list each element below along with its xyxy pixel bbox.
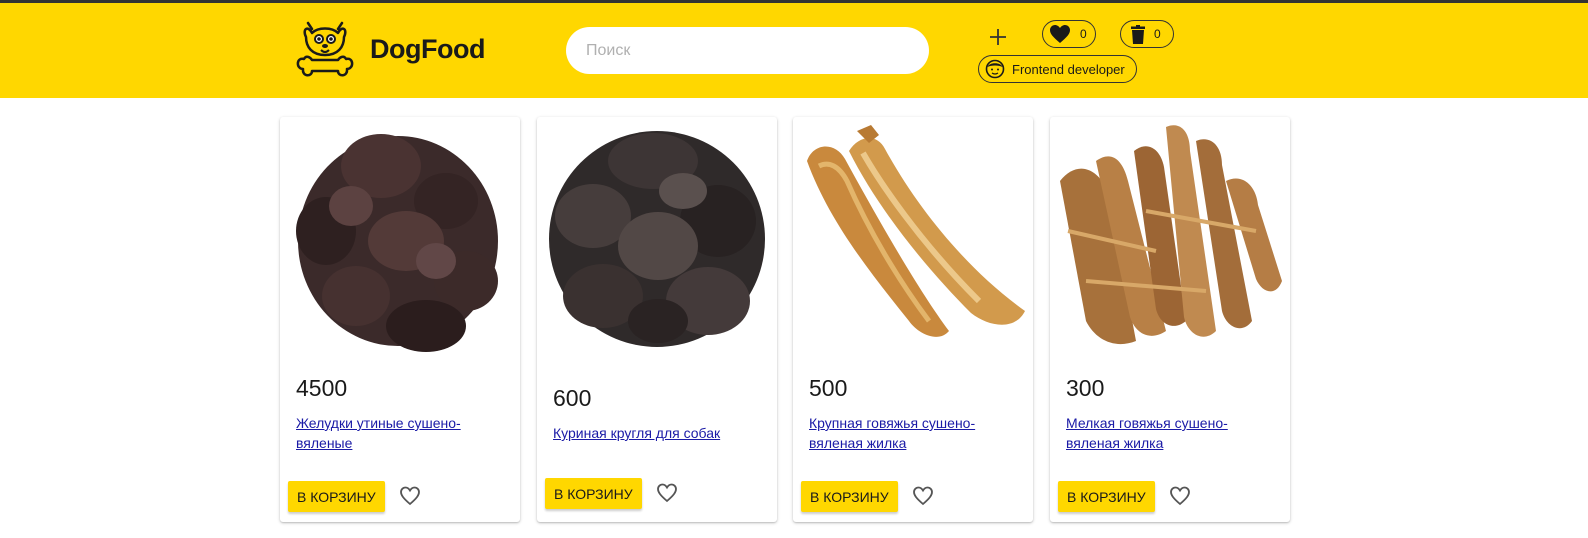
heart-icon [1050,25,1070,43]
add-to-cart-button[interactable]: В КОРЗИНУ [1058,481,1155,512]
logo[interactable]: DogFood [294,19,485,79]
favorites-count: 0 [1080,27,1087,41]
product-price: 300 [1066,375,1105,401]
product-image [549,131,765,347]
cart-button[interactable]: 0 [1120,20,1174,48]
plus-icon [990,29,1006,45]
product-name-link[interactable]: Крупная говяжья сушено-вяленая жилка [809,413,999,453]
search-input[interactable] [566,27,929,74]
heart-outline-icon[interactable] [1169,485,1191,507]
product-card: 4500 Желудки утиные сушено-вяленые В КОР… [280,117,520,522]
product-image [1060,125,1282,345]
dog-bone-icon [296,21,354,77]
add-to-cart-button[interactable]: В КОРЗИНУ [545,478,642,509]
product-name-link[interactable]: Куриная кругля для собак [553,423,743,443]
favorites-button[interactable]: 0 [1042,20,1096,48]
product-price: 4500 [296,375,348,401]
product-card: 300 Мелкая говяжья сушено-вяленая жилка … [1050,117,1290,522]
logo-text: DogFood [370,33,485,64]
user-label: Frontend developer [1012,61,1125,77]
product-card: 600 Куриная кругля для собак В КОРЗИНУ [537,117,777,522]
product-image [807,125,1025,337]
heart-outline-icon[interactable] [656,482,678,504]
add-to-cart-button[interactable]: В КОРЗИНУ [801,481,898,512]
product-name-link[interactable]: Мелкая говяжья сушено-вяленая жилка [1066,413,1256,453]
product-price: 500 [809,375,848,401]
cart-count: 0 [1154,27,1161,41]
site-header: DogFood 0 0 Frontend developer [0,3,1588,98]
smiley-face-icon [985,59,1005,79]
add-to-cart-button[interactable]: В КОРЗИНУ [288,481,385,512]
product-price: 600 [553,385,592,411]
heart-outline-icon[interactable] [912,485,934,507]
trash-icon [1131,24,1145,44]
product-name-link[interactable]: Желудки утиные сушено-вяленые [296,413,486,453]
user-profile-button[interactable]: Frontend developer [978,55,1137,83]
product-image [296,134,498,352]
add-product-button[interactable] [986,25,1010,49]
heart-outline-icon[interactable] [399,485,421,507]
product-card: 500 Крупная говяжья сушено-вяленая жилка… [793,117,1033,522]
